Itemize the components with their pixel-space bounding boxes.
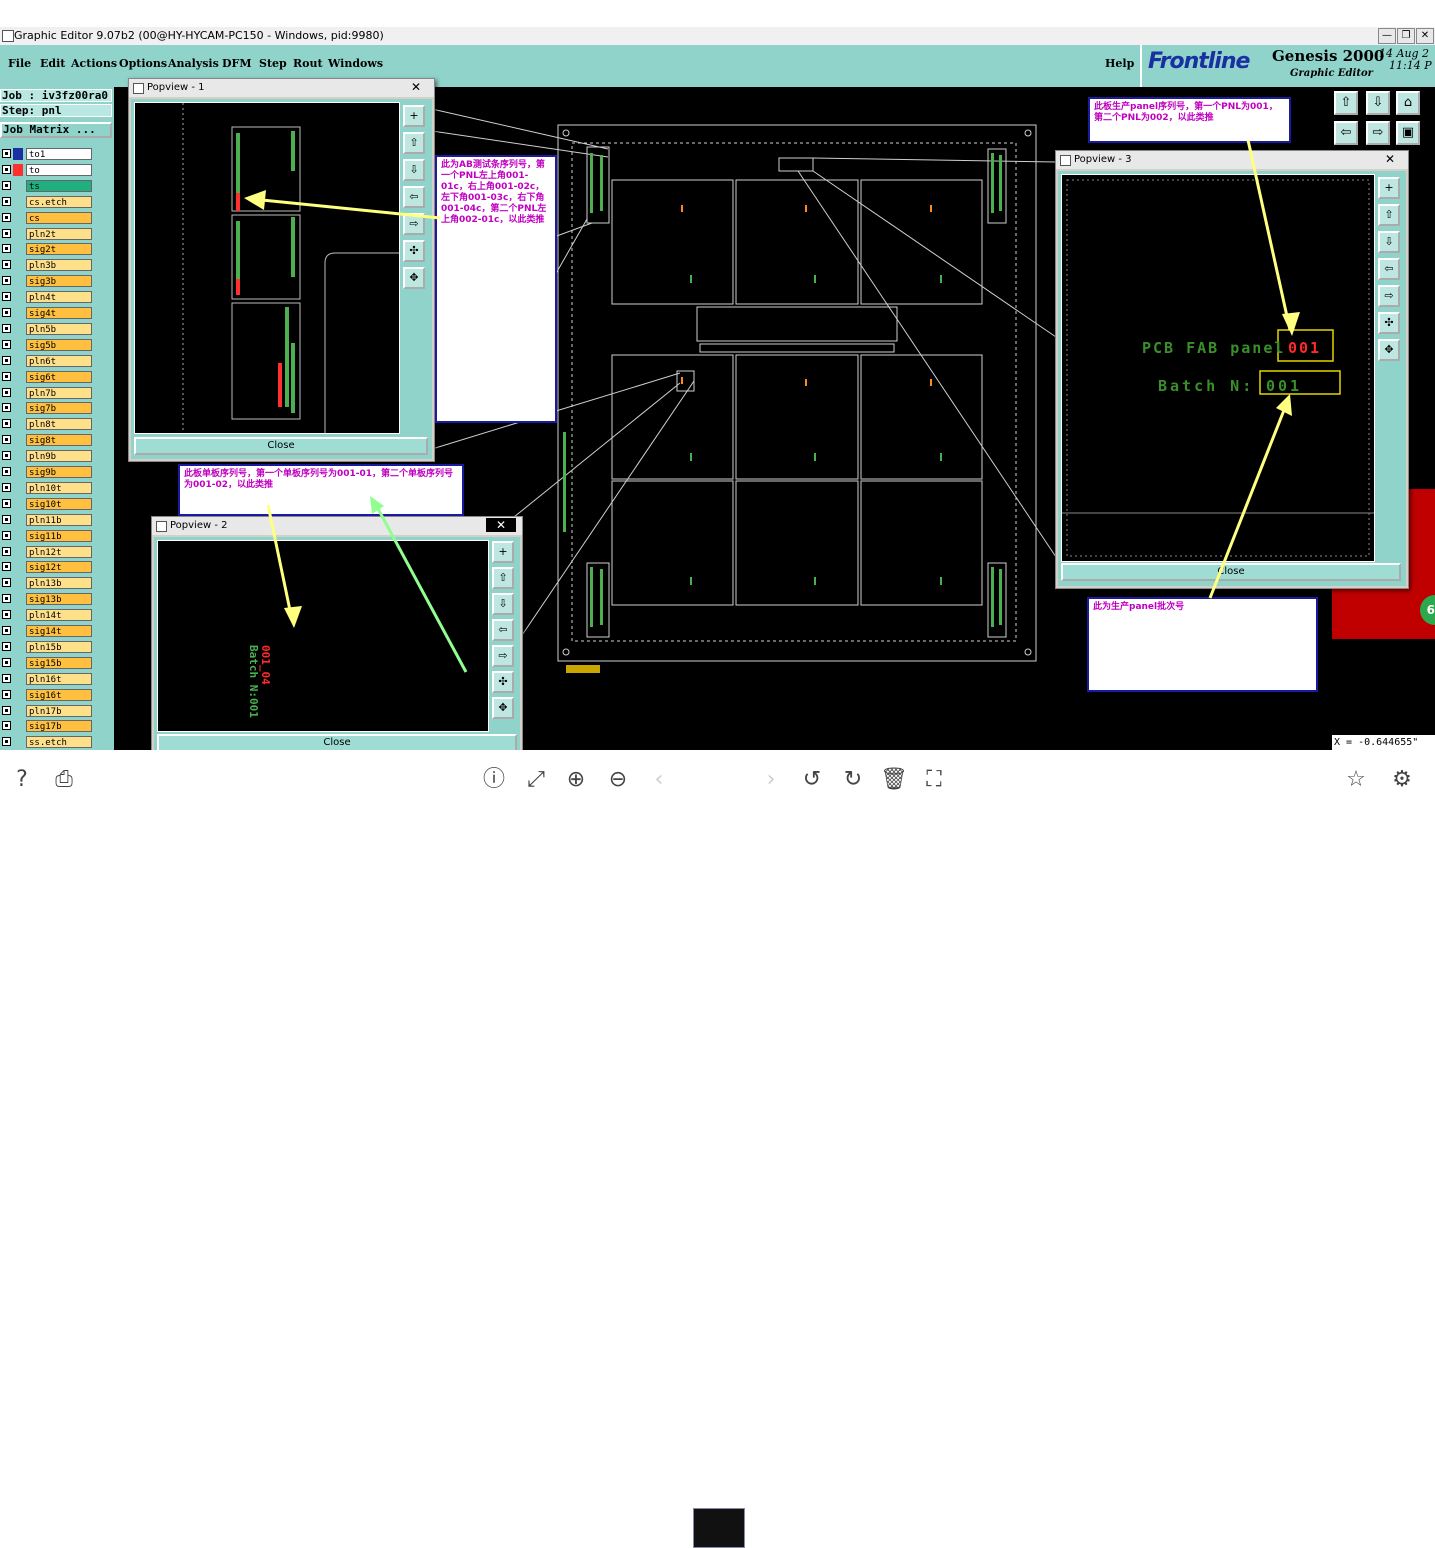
arrow-to-coupon-serial	[261, 198, 441, 220]
favorite-icon[interactable]: ☆	[1342, 766, 1370, 794]
fit-screen-icon[interactable]: ⤢	[522, 766, 550, 794]
thumbnail[interactable]	[693, 1508, 745, 1548]
arrow-from-green	[374, 504, 468, 673]
zoom-out-icon[interactable]: ⊖	[604, 766, 632, 794]
edit-image-icon[interactable]: ⛶	[920, 766, 948, 794]
rotate-right-icon[interactable]: ↻	[839, 766, 867, 794]
info-icon[interactable]: ⓘ	[480, 766, 508, 794]
previous-icon[interactable]: ‹	[645, 766, 673, 794]
arrow-to-panel-serial	[1246, 139, 1292, 331]
print-icon[interactable]: ⎙	[50, 766, 78, 794]
rotate-left-icon[interactable]: ↺	[798, 766, 826, 794]
arrow-to-board-serial	[266, 504, 294, 621]
annotation-arrows	[244, 139, 1300, 673]
zoom-in-icon[interactable]: ⊕	[562, 766, 590, 794]
viewer-toolbar: ? ⎙ ⓘ ⤢ ⊕ ⊖ ‹ › ↺ ↻ 🗑 ⛶ ☆ ⚙	[0, 750, 1435, 1548]
delete-icon[interactable]: 🗑	[880, 766, 908, 794]
help-icon[interactable]: ?	[8, 766, 36, 794]
arrow-to-batch	[1208, 399, 1290, 599]
next-icon[interactable]: ›	[757, 766, 785, 794]
settings-icon[interactable]: ⚙	[1388, 766, 1416, 794]
